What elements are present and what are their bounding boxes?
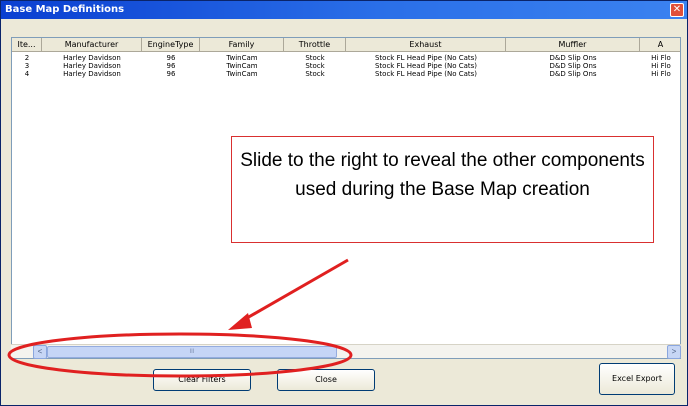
cell-throttle: Stock [305,54,325,62]
grid-header: Ite... Manufacturer EngineType Family Th… [12,38,680,52]
scrollbar-thumb[interactable]: III [47,346,337,358]
clear-filters-button[interactable]: Clear Filters [153,369,251,391]
cell-enginetype: 96 [166,54,176,62]
cell-manufacturer: Harley Davidson [63,62,121,70]
cell-family: TwinCam [226,54,258,62]
cell-item: 4 [24,70,30,78]
cell-exhaust: Stock FL Head Pipe (No Cats) [374,62,478,70]
cell-a: Hi Flo [651,70,671,78]
column-header-enginetype[interactable]: EngineType [142,38,200,51]
column-header-a[interactable]: A [640,38,680,51]
cell-item: 2 [24,54,30,62]
horizontal-scrollbar[interactable]: < III > [11,344,681,359]
column-header-item[interactable]: Ite... [12,38,42,51]
cell-muffler: D&D Slip Ons [549,54,597,62]
close-icon[interactable]: ✕ [670,3,684,17]
window-title: Base Map Definitions [5,4,125,15]
table-row[interactable]: 4 Harley Davidson 96 TwinCam Stock Stock… [12,70,680,78]
title-bar: Base Map Definitions ✕ [1,1,687,19]
cell-muffler: D&D Slip Ons [549,62,597,70]
column-header-family[interactable]: Family [200,38,284,51]
table-row[interactable]: 3 Harley Davidson 96 TwinCam Stock Stock… [12,62,680,70]
cell-a: Hi Flo [651,54,671,62]
cell-item: 3 [24,62,30,70]
cell-enginetype: 96 [166,70,176,78]
cell-family: TwinCam [226,70,258,78]
column-header-throttle[interactable]: Throttle [284,38,346,51]
table-row[interactable]: 2 Harley Davidson 96 TwinCam Stock Stock… [12,54,680,62]
cell-manufacturer: Harley Davidson [63,54,121,62]
excel-export-button[interactable]: Excel Export [599,363,675,395]
close-button[interactable]: Close [277,369,375,391]
column-header-manufacturer[interactable]: Manufacturer [42,38,142,51]
column-header-exhaust[interactable]: Exhaust [346,38,506,51]
cell-muffler: D&D Slip Ons [549,70,597,78]
cell-enginetype: 96 [166,62,176,70]
cell-throttle: Stock [305,62,325,70]
cell-throttle: Stock [305,70,325,78]
cell-a: Hi Flo [651,62,671,70]
cell-manufacturer: Harley Davidson [63,70,121,78]
column-header-muffler[interactable]: Muffler [506,38,640,51]
cell-exhaust: Stock FL Head Pipe (No Cats) [374,54,478,62]
annotation-callout: Slide to the right to reveal the other c… [231,136,654,243]
cell-exhaust: Stock FL Head Pipe (No Cats) [374,70,478,78]
scroll-right-arrow-icon[interactable]: > [667,345,681,359]
scroll-left-arrow-icon[interactable]: < [33,345,47,359]
cell-family: TwinCam [226,62,258,70]
